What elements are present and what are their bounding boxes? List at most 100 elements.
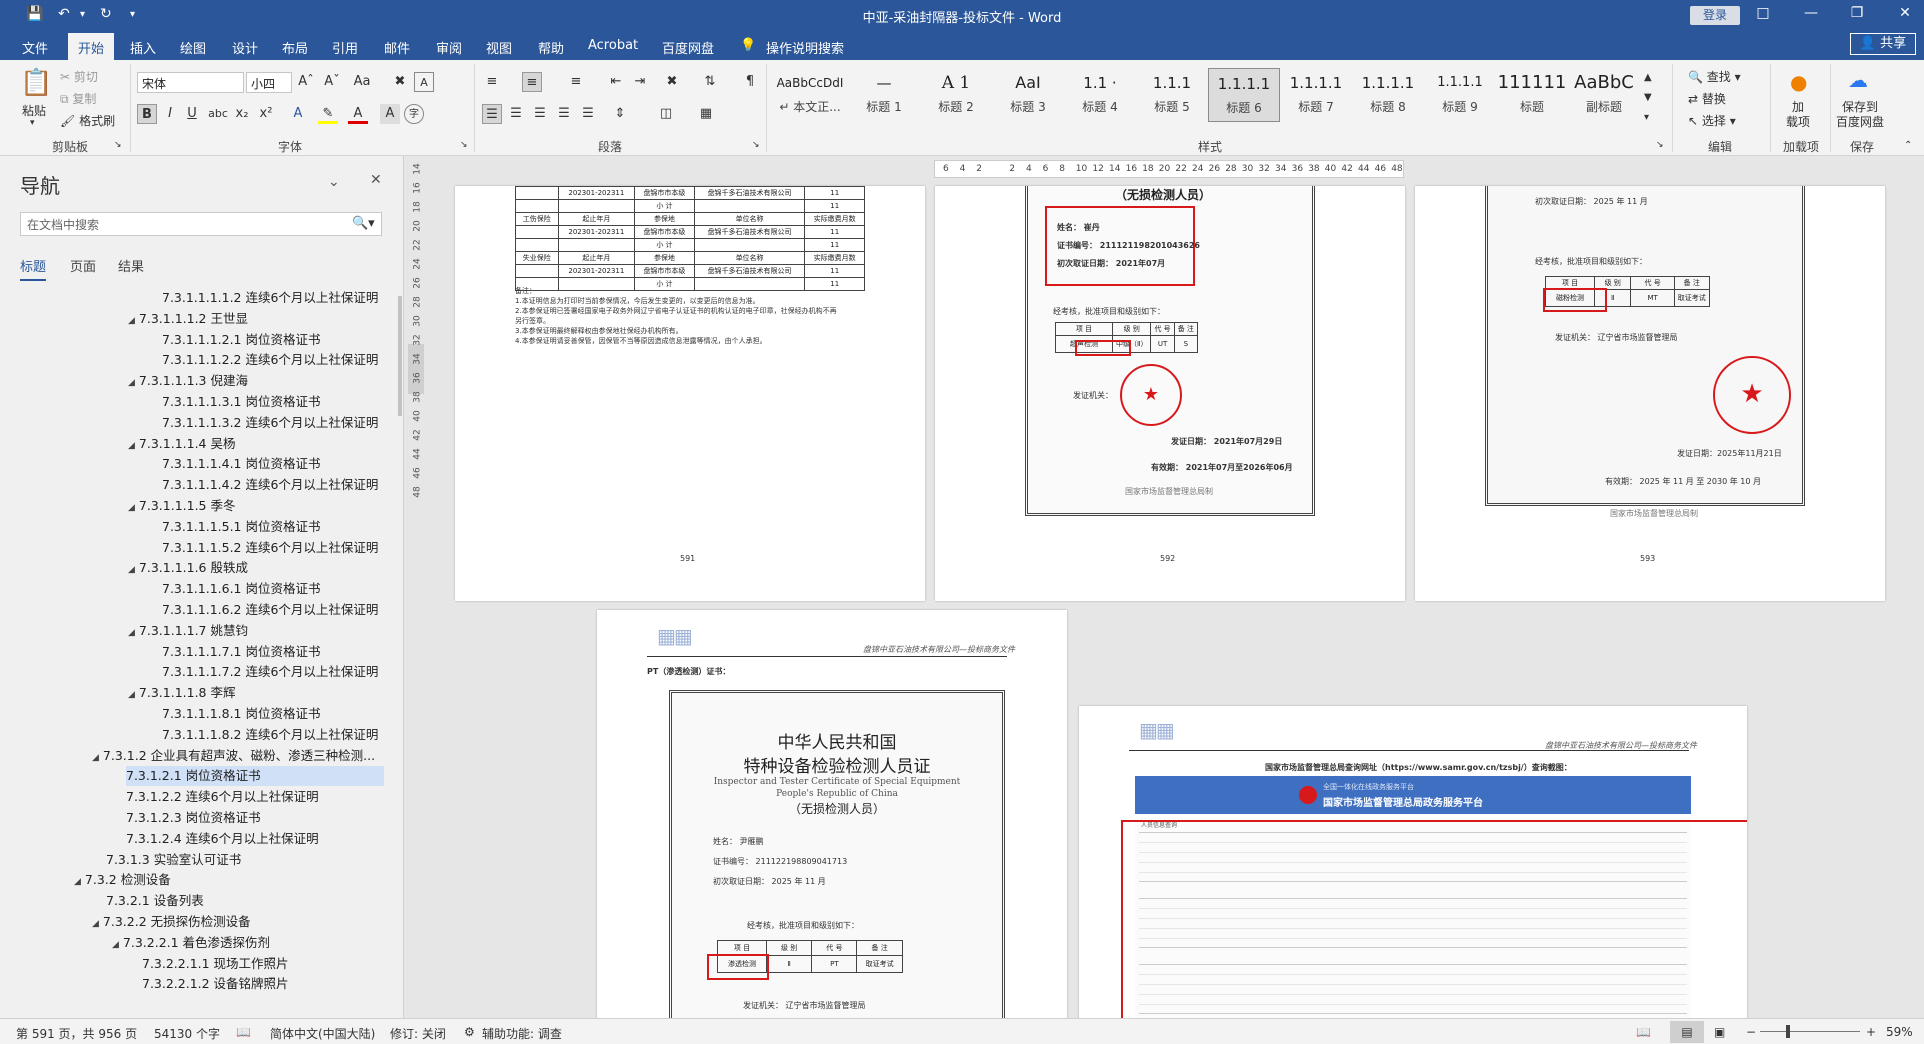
nav-heading-item[interactable]: ◢ 7.3.1.1.1.6 殷轶成 (128, 558, 370, 578)
collapse-triangle-icon[interactable]: ◢ (128, 565, 135, 575)
style-heading-5[interactable]: 1.1.1 标题 5 (1136, 68, 1208, 122)
nav-heading-item[interactable]: 7.3.2.2.1.1 现场工作照片 (142, 954, 384, 974)
style-heading-9[interactable]: 1.1.1.1 标题 9 (1424, 68, 1496, 122)
nav-heading-item[interactable]: 7.3.1.1.1.3.1 岗位资格证书 (162, 392, 384, 412)
shading-icon[interactable]: ◫ (656, 104, 676, 124)
style-heading-6[interactable]: 1.1.1.1 标题 6 (1208, 68, 1280, 122)
font-name-combo[interactable]: 宋体 (137, 72, 244, 93)
align-right-icon[interactable]: ☰ (530, 104, 550, 124)
nav-heading-item[interactable]: 7.3.1.1.1.5.1 岗位资格证书 (162, 517, 384, 537)
character-border-icon[interactable]: A (414, 72, 434, 92)
tab-insert[interactable]: 插入 (130, 38, 156, 57)
style-heading-4[interactable]: 1.1 · 标题 4 (1064, 68, 1136, 122)
nav-heading-item[interactable]: 7.3.1.1.1.2.2 连续6个月以上社保证明 (162, 350, 384, 370)
collapse-triangle-icon[interactable]: ◢ (112, 940, 119, 950)
proofing-icon[interactable]: 📖 (236, 1025, 251, 1039)
nav-heading-item[interactable]: 7.3.1.1.1.4.1 岗位资格证书 (162, 454, 384, 474)
style-heading-8[interactable]: 1.1.1.1 标题 8 (1352, 68, 1424, 122)
styles-scroll-down-icon[interactable]: ▼ (1644, 92, 1652, 103)
collapse-triangle-icon[interactable]: ◢ (128, 503, 135, 513)
collapse-ribbon-icon[interactable]: ⌃ (1904, 140, 1912, 151)
nav-heading-item[interactable]: ◢ 7.3.2.2.1 着色渗透探伤剂 (112, 933, 370, 953)
paste-button[interactable]: 粘贴 (22, 102, 46, 119)
collapse-triangle-icon[interactable]: ◢ (128, 690, 135, 700)
zoom-out-icon[interactable]: − (1746, 1025, 1756, 1039)
italic-icon[interactable]: I (160, 104, 180, 124)
line-spacing-icon[interactable]: ⇕ (610, 104, 630, 124)
page-591[interactable]: 202301-202311 盘锦市市本级 盘锦千多石油技术有限公司 11 小 计 11 工伤… (455, 186, 925, 601)
language[interactable]: 简体中文(中国大陆) (270, 1025, 375, 1042)
highlight-icon[interactable]: ✎ (318, 104, 338, 124)
styles-more-icon[interactable]: ▾ (1644, 112, 1649, 123)
style-heading-7[interactable]: 1.1.1.1 标题 7 (1280, 68, 1352, 122)
clipboard-launcher-icon[interactable]: ↘ (114, 140, 122, 150)
align-center-icon[interactable]: ☰ (506, 104, 526, 124)
paragraph-launcher-icon[interactable]: ↘ (752, 140, 760, 150)
borders-icon[interactable]: ▦ (696, 104, 716, 124)
nav-heading-item[interactable]: 7.3.1.1.1.7.1 岗位资格证书 (162, 642, 384, 662)
tab-file[interactable]: 文件 (22, 38, 48, 57)
style-heading-1[interactable]: — 标题 1 (848, 68, 920, 122)
nav-heading-item[interactable]: 7.3.2.1 设备列表 (106, 891, 384, 911)
character-shading-icon[interactable]: A (380, 104, 400, 124)
style-heading-2[interactable]: A 1 标题 2 (920, 68, 992, 122)
font-size-combo[interactable]: 小四 (246, 72, 292, 93)
styles-launcher-icon[interactable]: ↘ (1656, 140, 1664, 150)
tab-view[interactable]: 视图 (486, 38, 512, 57)
nav-heading-item[interactable]: ◢ 7.3.1.1.1.3 倪建海 (128, 371, 370, 391)
collapse-triangle-icon[interactable]: ◢ (128, 441, 135, 451)
find-button[interactable]: 🔍 查找 ▾ (1688, 68, 1741, 85)
page-595[interactable]: ▦▦ 盘锦中亚石油技术有限公司—投标商务文件 国家市场监督管理总局查询网址（ht… (1079, 706, 1747, 1018)
nav-heading-item[interactable]: 7.3.1.1.1.6.1 岗位资格证书 (162, 579, 384, 599)
nav-scrollbar[interactable] (398, 296, 402, 416)
nav-heading-item[interactable]: ◢ 7.3.1.1.1.8 李辉 (128, 683, 370, 703)
save-to-netdisk-button[interactable]: 保存到 百度网盘 (1836, 100, 1884, 130)
zoom-in-icon[interactable]: + (1866, 1025, 1876, 1039)
nav-heading-item[interactable]: 7.3.2.2.1.2 设备铭牌照片 (142, 974, 384, 994)
tab-baidu-netdisk[interactable]: 百度网盘 (662, 38, 714, 57)
shrink-font-icon[interactable]: Aˇ (322, 72, 342, 92)
nav-heading-item[interactable]: 7.3.1.1.1.8.1 岗位资格证书 (162, 704, 384, 724)
baidu-netdisk-icon[interactable]: ☁ (1848, 68, 1868, 92)
page-count[interactable]: 第 591 页，共 956 页 (16, 1025, 137, 1042)
change-case-icon[interactable]: Aa (352, 72, 372, 92)
search-input[interactable]: 在文档中搜索 (20, 212, 382, 236)
page-592[interactable]: （无损检测人员） 姓名： 崔丹 证书编号： 211121198201043626… (935, 186, 1405, 601)
page-593[interactable]: 初次取证日期： 2025 年 11 月 经考核，批准项目和级别如下： 项 目级 … (1415, 186, 1885, 601)
tab-references[interactable]: 引用 (332, 38, 358, 57)
text-effects-icon[interactable]: A (288, 104, 308, 124)
print-layout-icon[interactable]: ▤ (1670, 1021, 1704, 1043)
zoom-slider[interactable] (1760, 1031, 1860, 1032)
tab-home[interactable]: 开始 (68, 33, 115, 60)
distributed-icon[interactable]: ☰ (578, 104, 598, 124)
nav-heading-item[interactable]: 7.3.1.3 实验室认可证书 (106, 850, 384, 870)
sort-icon[interactable]: ⇅ (700, 72, 720, 92)
nav-heading-item[interactable]: 7.3.1.1.1.3.2 连续6个月以上社保证明 (162, 413, 384, 433)
tell-me-search[interactable]: 操作说明搜索 (766, 38, 844, 57)
nav-heading-item[interactable]: 7.3.1.1.1.5.2 连续6个月以上社保证明 (162, 538, 384, 558)
nav-heading-item[interactable]: ◢ 7.3.1.1.1.4 吴杨 (128, 434, 370, 454)
nav-heading-item[interactable]: ◢ 7.3.2.2 无损探伤检测设备 (92, 912, 370, 932)
nav-heading-item[interactable]: 7.3.1.1.1.6.2 连续6个月以上社保证明 (162, 600, 384, 620)
bold-icon[interactable]: B (137, 104, 157, 124)
read-mode-icon[interactable]: 📖 (1636, 1025, 1651, 1039)
share-button[interactable]: 👤 共享 (1850, 33, 1916, 55)
horizontal-ruler[interactable]: 6 4 2 2 4 6 8 10 12 14 16 18 20 22 24 26 28 30 32 34 36 38 40 4… (934, 160, 1404, 178)
enclose-character-icon[interactable]: 字 (404, 104, 424, 124)
tab-mailings[interactable]: 邮件 (384, 38, 410, 57)
chinese-layout-icon[interactable]: ✖ (662, 72, 682, 92)
show-formatting-icon[interactable]: ¶ (740, 72, 760, 92)
nav-heading-item[interactable]: 7.3.1.2.3 岗位资格证书 (126, 808, 384, 828)
nav-tab-results[interactable]: 结果 (118, 256, 144, 275)
increase-indent-icon[interactable]: ⇥ (630, 72, 650, 92)
addin-icon[interactable]: ● (1790, 70, 1807, 94)
nav-heading-item[interactable]: 7.3.1.1.1.1.2 连续6个月以上社保证明 (162, 288, 384, 308)
tab-acrobat[interactable]: Acrobat (588, 38, 638, 53)
collapse-triangle-icon[interactable]: ◢ (128, 378, 135, 388)
nav-heading-item[interactable]: ◢ 7.3.1.2 企业具有超声波、磁粉、渗透三种检测... (92, 746, 375, 766)
nav-heading-item[interactable]: 7.3.1.2.4 连续6个月以上社保证明 (126, 829, 384, 849)
collapse-triangle-icon[interactable]: ◢ (128, 628, 135, 638)
ribbon-display-icon[interactable]: □ (1748, 5, 1778, 21)
nav-options-icon[interactable]: ⌄ (328, 174, 340, 190)
page-594[interactable]: ▦▦ 盘锦中亚石油技术有限公司—投标商务文件 PT（渗透检测）证书： 中华人民共… (597, 610, 1067, 1018)
